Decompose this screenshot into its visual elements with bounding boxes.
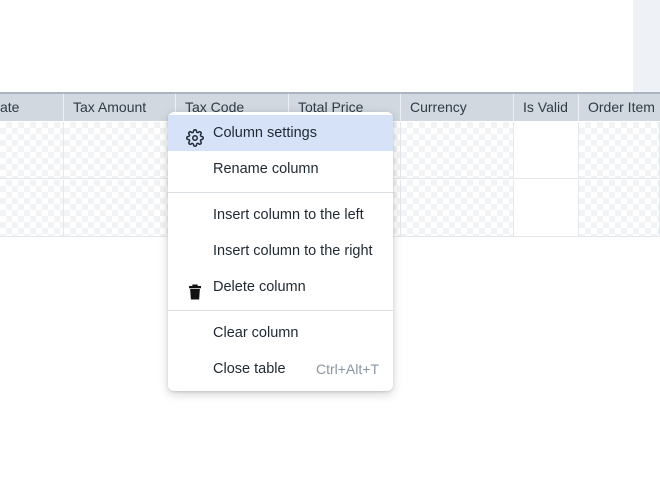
menu-item-delete-column[interactable]: Delete column (168, 269, 393, 305)
menu-item-rename-column[interactable]: Rename column (168, 151, 393, 187)
menu-item-insert-column-right[interactable]: Insert column to the right (168, 233, 393, 269)
table-cell[interactable] (401, 122, 514, 179)
menu-item-label: Delete column (213, 279, 306, 295)
column-context-menu: Column settings Rename column Insert col… (168, 112, 393, 391)
table-cell[interactable] (514, 180, 579, 237)
menu-divider (168, 192, 393, 193)
gear-icon (186, 125, 204, 147)
menu-divider (168, 310, 393, 311)
table-cell[interactable] (514, 122, 579, 179)
table-cell[interactable] (0, 180, 64, 237)
menu-item-label: Insert column to the left (213, 207, 364, 223)
column-header-date[interactable]: ate (0, 94, 64, 121)
table-cell[interactable] (64, 122, 176, 179)
menu-item-column-settings[interactable]: Column settings (168, 115, 393, 151)
menu-item-insert-column-left[interactable]: Insert column to the left (168, 197, 393, 233)
menu-item-label: Column settings (213, 125, 317, 141)
column-header-is-valid[interactable]: Is Valid (514, 94, 579, 121)
column-header-order-item[interactable]: Order Item (579, 94, 660, 121)
table-cell[interactable] (579, 122, 660, 179)
side-panel-edge (633, 0, 660, 93)
table-cell[interactable] (579, 180, 660, 237)
column-header-tax-amount[interactable]: Tax Amount (64, 94, 176, 121)
menu-item-label: Close table (213, 361, 286, 377)
page: ate Tax Amount Tax Code Total Price Curr… (0, 0, 660, 479)
menu-item-clear-column[interactable]: Clear column (168, 315, 393, 351)
table-cell[interactable] (64, 180, 176, 237)
keyboard-shortcut: Ctrl+Alt+T (315, 361, 379, 377)
menu-item-label: Clear column (213, 325, 299, 341)
column-header-currency[interactable]: Currency (401, 94, 514, 121)
table-cell[interactable] (0, 122, 64, 179)
menu-item-close-table[interactable]: Close table Ctrl+Alt+T (168, 351, 393, 387)
menu-item-label: Rename column (213, 161, 319, 177)
table-cell[interactable] (401, 180, 514, 237)
menu-item-label: Insert column to the right (213, 243, 373, 259)
trash-icon (186, 279, 204, 300)
